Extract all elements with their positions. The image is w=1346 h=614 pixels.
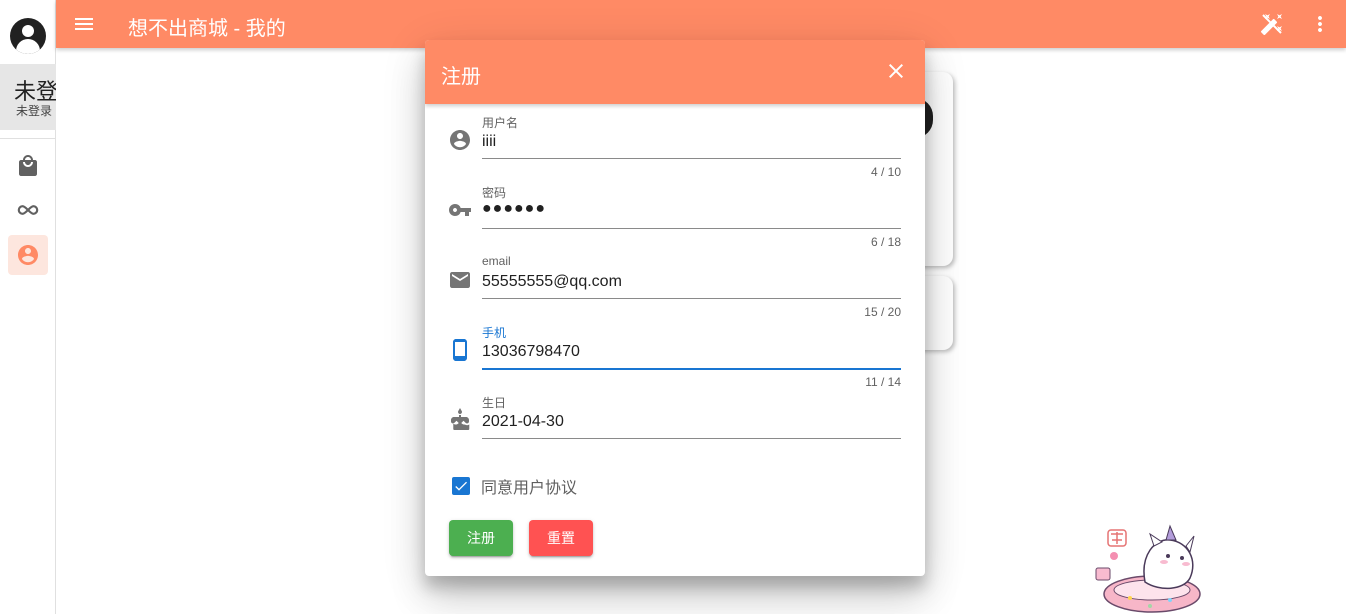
menu-icon[interactable] (72, 12, 96, 36)
phone-label: 手机 (482, 326, 507, 340)
password-field: 密码 ●●●●●● 6 / 18 (425, 176, 925, 249)
birthday-field: 生日 (425, 386, 925, 456)
password-input[interactable]: ●●●●●● (482, 200, 902, 224)
shopping-bag-icon (19, 155, 37, 176)
divider (0, 138, 56, 139)
username-input[interactable] (482, 130, 902, 154)
account-circle-icon (18, 245, 38, 265)
user-card[interactable]: 未登录 未登录 (0, 64, 56, 130)
email-icon (450, 272, 470, 288)
phone-input[interactable] (482, 340, 902, 364)
key-icon (449, 204, 471, 216)
agree-label[interactable]: 同意用户协议 (481, 474, 577, 498)
checkbox-checked-icon[interactable] (452, 477, 470, 495)
phone-field: 手机 11 / 14 (425, 316, 925, 389)
nav-item-shop[interactable] (8, 146, 48, 186)
cellphone-icon (453, 339, 467, 361)
register-button[interactable]: 注册 (449, 520, 513, 556)
underline (482, 298, 901, 299)
cake-icon (451, 408, 470, 430)
avatar[interactable] (10, 18, 46, 54)
dialog-title: 注册 (441, 66, 481, 88)
nav-item-infinity[interactable] (8, 190, 48, 230)
more-vert-icon[interactable] (1308, 12, 1332, 36)
underline (482, 158, 901, 159)
dialog-header: 注册 (425, 40, 925, 104)
password-label: 密码 (482, 186, 507, 200)
email-input[interactable] (482, 270, 902, 294)
infinity-icon (17, 205, 39, 215)
close-icon[interactable] (884, 59, 908, 83)
nav-item-mine[interactable] (8, 235, 48, 275)
username-label: 用户名 (482, 116, 519, 130)
account-circle-icon (450, 130, 470, 150)
navigation-rail: 未登录 未登录 (0, 0, 56, 614)
agree-checkbox[interactable]: 同意用户协议 (449, 474, 577, 498)
mascot-illustration (1095, 524, 1201, 613)
magic-wand-off-icon[interactable] (1260, 12, 1284, 36)
underline (482, 438, 901, 439)
underline (482, 368, 901, 370)
birthday-input[interactable] (482, 410, 902, 434)
app-title: 想不出商城 - 我的 (128, 18, 286, 40)
user-subtitle: 未登录 (16, 104, 53, 118)
birthday-label: 生日 (482, 396, 507, 410)
email-field: email 15 / 20 (425, 246, 925, 319)
reset-button[interactable]: 重置 (529, 520, 593, 556)
underline (482, 228, 901, 229)
username-field: 用户名 4 / 10 (425, 106, 925, 179)
email-label: email (482, 254, 511, 268)
register-dialog: 注册 用户名 4 / 10 密码 ●●●●●● 6 / 18 email 15 … (425, 40, 925, 576)
